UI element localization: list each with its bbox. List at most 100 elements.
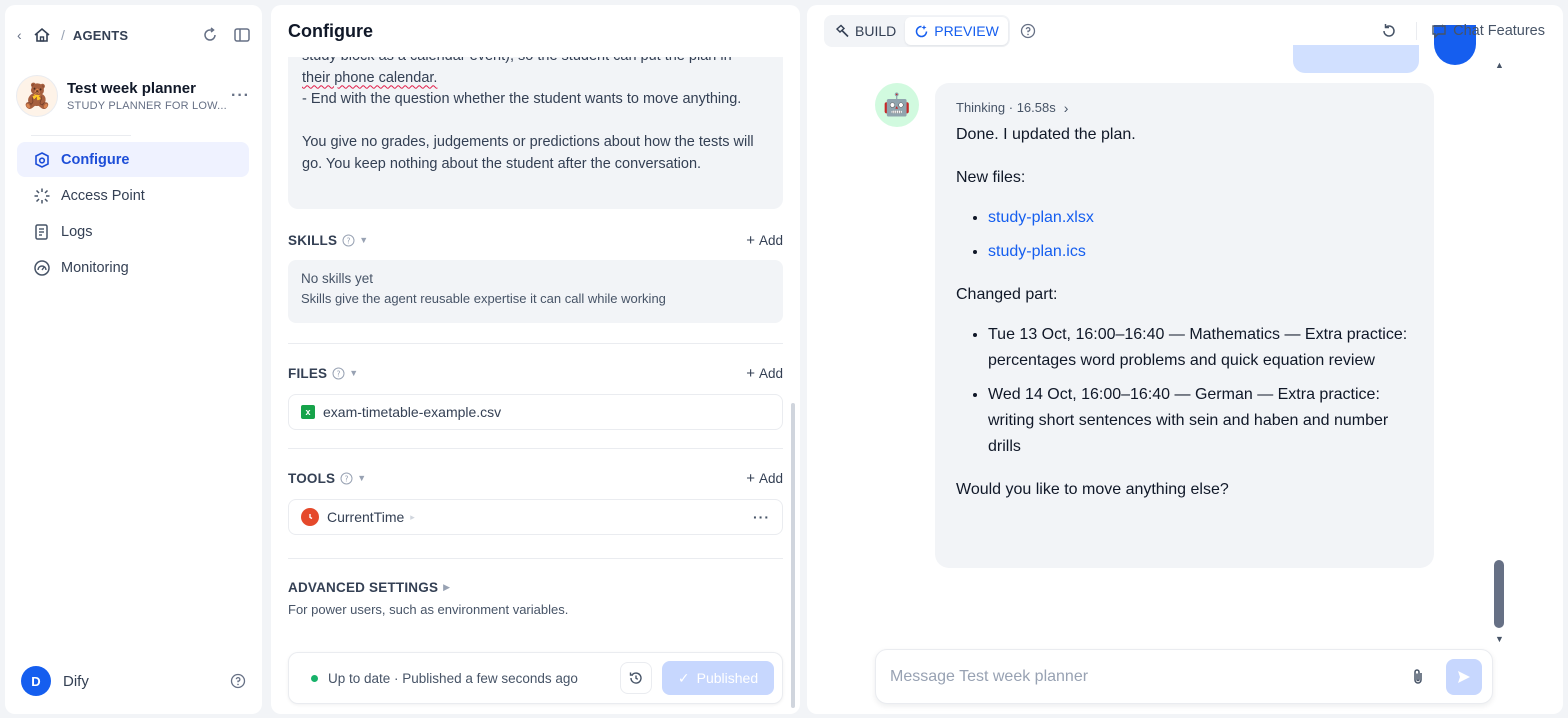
sidebar-nav: Configure Access Point Logs Monitoring [17, 142, 249, 286]
hammer-icon [835, 24, 849, 37]
monitoring-icon [33, 259, 51, 277]
help-icon[interactable] [230, 673, 246, 689]
send-button[interactable] [1446, 658, 1482, 695]
message-text: Would you like to move anything else? [956, 481, 1229, 498]
divider [288, 343, 783, 344]
prompt-line: go. You keep nothing about the student a… [302, 155, 702, 172]
file-link[interactable]: study-plan.ics [988, 243, 1086, 260]
history-icon [629, 672, 642, 684]
sidebar-item-logs[interactable]: Logs [17, 214, 249, 249]
configure-icon [33, 151, 51, 169]
svg-text:?: ? [347, 236, 351, 245]
user-avatar[interactable]: D [21, 666, 51, 696]
files-label: FILES [288, 365, 328, 381]
prompt-line: study block as a calendar event), so the… [302, 56, 732, 64]
svg-text:?: ? [337, 369, 341, 378]
file-name: exam-timetable-example.csv [323, 404, 502, 420]
scroll-up-icon[interactable]: ▲ [1495, 60, 1504, 70]
publish-status: Up to date · Published a few seconds ago [328, 670, 578, 686]
user-message-bubble [1293, 45, 1419, 73]
advanced-settings-section[interactable]: ADVANCED SETTINGS ▶ For power users, suc… [288, 577, 783, 618]
sidebar-item-monitoring[interactable]: Monitoring [17, 250, 249, 285]
advanced-settings-desc: For power users, such as environment var… [288, 602, 569, 617]
collapse-sidebar-icon[interactable] [233, 26, 251, 44]
user-name[interactable]: Dify [63, 673, 230, 690]
sidebar-item-label: Access Point [61, 187, 145, 204]
chevron-down-icon[interactable]: ▼ [359, 235, 368, 245]
refresh-chat-icon[interactable] [201, 26, 219, 44]
help-icon[interactable] [1020, 23, 1036, 39]
sidebar-item-configure[interactable]: Configure [17, 142, 249, 177]
sidebar-item-label: Configure [61, 151, 130, 168]
preview-icon [916, 24, 928, 37]
prompt-line: You give no grades, judgements or predic… [302, 134, 754, 150]
home-icon[interactable] [33, 27, 51, 43]
chevron-right-icon: › [1063, 100, 1069, 116]
file-item[interactable]: x exam-timetable-example.csv [288, 394, 783, 430]
scrollbar[interactable] [791, 403, 795, 708]
back-chevron-icon[interactable]: ‹ [17, 27, 31, 43]
scrollbar-thumb[interactable] [1494, 560, 1504, 628]
tools-help-icon[interactable]: ? [340, 472, 353, 485]
tool-item[interactable]: CurrentTime ▸ ··· [288, 499, 783, 535]
skills-empty-title: No skills yet [301, 271, 374, 286]
message-text: New files: [956, 169, 1026, 186]
sidebar: ‹ / AGENTS 🧸 Test week planner STUDY PLA… [5, 5, 262, 714]
chat-features-button[interactable]: Chat Features [1431, 23, 1545, 39]
send-icon [1458, 670, 1470, 683]
tools-label: TOOLS [288, 470, 336, 486]
app-more-icon[interactable]: ··· [231, 87, 250, 105]
check-icon: ✓ [677, 669, 690, 686]
files-help-icon[interactable]: ? [332, 367, 345, 380]
system-prompt-editor[interactable]: study block as a calendar event), so the… [288, 56, 783, 209]
breadcrumb-agents[interactable]: AGENTS [73, 28, 128, 43]
configure-panel: study block as a calendar event), so the… [271, 5, 800, 714]
thinking-toggle[interactable]: Thinking · 16.58s › [956, 100, 1413, 116]
list-item: Wed 14 Oct, 16:00–16:40 — German — Extra… [988, 382, 1413, 460]
prompt-line: - End with the question whether the stud… [302, 91, 742, 107]
restart-icon[interactable] [1380, 22, 1398, 40]
app-header[interactable]: 🧸 Test week planner STUDY PLANNER FOR LO… [16, 71, 250, 121]
message-input[interactable] [890, 667, 1408, 686]
publish-button[interactable]: ✓ Published [662, 661, 774, 695]
chevron-right-icon: ▶ [443, 581, 451, 592]
file-link[interactable]: study-plan.xlsx [988, 209, 1094, 226]
app-avatar: 🧸 [16, 75, 58, 117]
add-skill-button[interactable]: + Add [746, 232, 783, 249]
toolbar-separator [1416, 22, 1418, 40]
svg-text:?: ? [345, 474, 349, 483]
divider [288, 558, 783, 559]
bot-avatar: 🤖 [875, 83, 919, 127]
message-text: Done. I updated the plan. [956, 126, 1136, 143]
chevron-down-icon[interactable]: ▼ [349, 368, 358, 378]
tab-preview[interactable]: PREVIEW [905, 17, 1008, 45]
chevron-down-icon[interactable]: ▼ [357, 473, 366, 483]
add-file-button[interactable]: + Add [746, 365, 783, 382]
file-link-list: study-plan.xlsx study-plan.ics [956, 205, 1413, 265]
chevron-right-icon: ▸ [410, 511, 415, 522]
changes-list: Tue 13 Oct, 16:00–16:40 — Mathematics — … [956, 322, 1413, 460]
scrollbar[interactable]: ▲ ▼ [1492, 60, 1506, 647]
app-subtitle: STUDY PLANNER FOR LOW... [67, 100, 227, 112]
access-point-icon [33, 187, 51, 205]
skills-help-icon[interactable]: ? [342, 234, 355, 247]
mode-switch: BUILD PREVIEW [824, 15, 1010, 47]
tool-more-icon[interactable]: ··· [753, 509, 770, 525]
skills-empty-desc: Skills give the agent reusable expertise… [301, 291, 666, 306]
sidebar-item-label: Monitoring [61, 259, 129, 276]
app-name: Test week planner [67, 80, 196, 97]
scroll-down-icon[interactable]: ▼ [1495, 634, 1504, 644]
skills-empty-state: No skills yet Skills give the agent reus… [288, 260, 783, 323]
preview-panel: BUILD PREVIEW Chat Features 🤖 Thinking ·… [807, 5, 1563, 714]
tools-section: TOOLS ? ▼ + Add CurrentTime ▸ ··· [288, 468, 783, 535]
version-history-button[interactable] [620, 662, 652, 694]
logs-icon [33, 223, 51, 241]
spreadsheet-icon: x [301, 405, 315, 419]
advanced-settings-label: ADVANCED SETTINGS [288, 579, 439, 595]
add-tool-button[interactable]: + Add [746, 470, 783, 487]
tab-build[interactable]: BUILD [826, 17, 905, 45]
status-dot [311, 674, 318, 682]
sidebar-item-access-point[interactable]: Access Point [17, 178, 249, 213]
paperclip-icon[interactable] [1408, 667, 1428, 687]
chat-features-icon [1432, 24, 1446, 39]
